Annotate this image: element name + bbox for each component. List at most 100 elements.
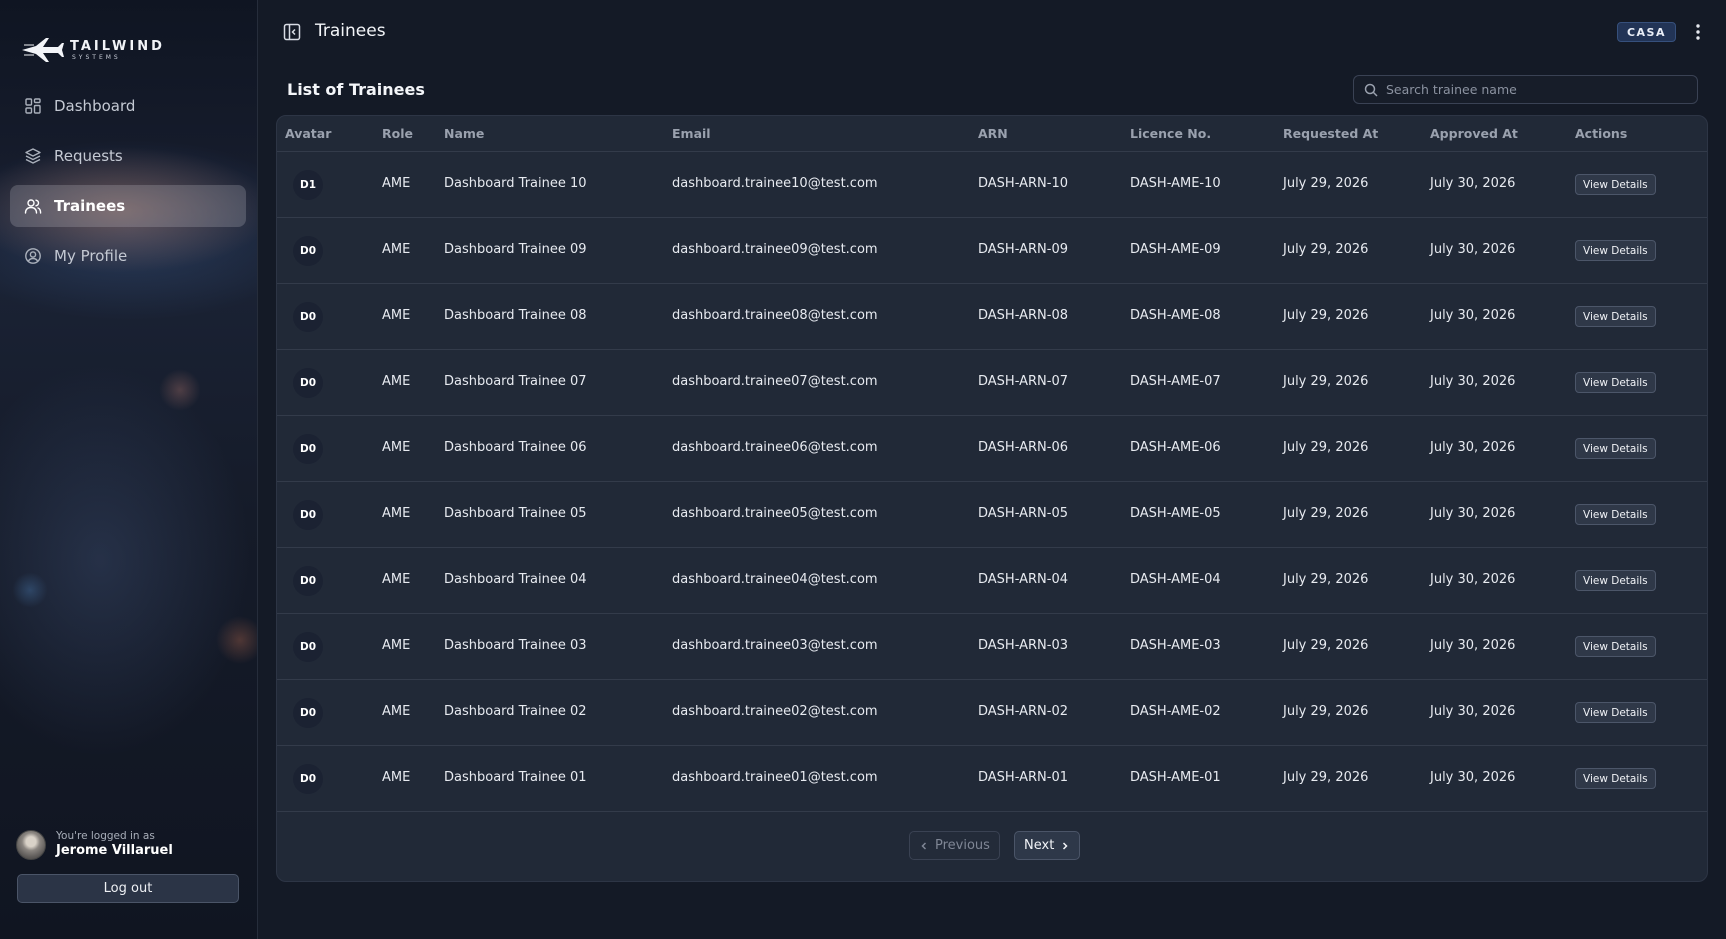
- sidebar: TAILWIND SYSTEMS Dashboard Requests Trai…: [0, 0, 258, 939]
- view-details-button[interactable]: View Details: [1575, 702, 1656, 723]
- cell-email: dashboard.trainee07@test.com: [672, 374, 878, 389]
- view-details-button[interactable]: View Details: [1575, 306, 1656, 327]
- cell-arn: DASH-ARN-06: [978, 440, 1068, 455]
- cell-name: Dashboard Trainee 06: [444, 440, 587, 455]
- cell-licence: DASH-AME-07: [1130, 374, 1221, 389]
- cell-role: AME: [382, 572, 411, 587]
- brand-subtitle: SYSTEMS: [72, 53, 121, 61]
- cell-email: dashboard.trainee09@test.com: [672, 242, 878, 257]
- cell-requested-at: July 29, 2026: [1283, 770, 1369, 785]
- cell-approved-at: July 30, 2026: [1430, 704, 1516, 719]
- cell-arn: DASH-ARN-09: [978, 242, 1068, 257]
- cell-approved-at: July 30, 2026: [1430, 638, 1516, 653]
- table-row: D0 AME Dashboard Trainee 02 dashboard.tr…: [277, 680, 1707, 746]
- trainee-avatar: D0: [293, 698, 323, 728]
- view-details-button[interactable]: View Details: [1575, 438, 1656, 459]
- cell-role: AME: [382, 770, 411, 785]
- trainee-avatar: D1: [293, 170, 323, 200]
- cell-name: Dashboard Trainee 01: [444, 770, 587, 785]
- column-header-licence: Licence No.: [1130, 126, 1212, 141]
- cell-requested-at: July 29, 2026: [1283, 638, 1369, 653]
- trainee-avatar: D0: [293, 302, 323, 332]
- cell-name: Dashboard Trainee 09: [444, 242, 587, 257]
- sidebar-item-dashboard[interactable]: Dashboard: [10, 85, 246, 127]
- cell-requested-at: July 29, 2026: [1283, 242, 1369, 257]
- trainee-avatar: D0: [293, 764, 323, 794]
- table-row: D0 AME Dashboard Trainee 08 dashboard.tr…: [277, 284, 1707, 350]
- cell-arn: DASH-ARN-07: [978, 374, 1068, 389]
- sidebar-nav: Dashboard Requests Trainees My Profile: [10, 85, 246, 285]
- grid-icon: [25, 98, 41, 114]
- list-title: List of Trainees: [287, 80, 425, 99]
- previous-page-button[interactable]: Previous: [909, 831, 1000, 860]
- cell-requested-at: July 29, 2026: [1283, 440, 1369, 455]
- brand-logo[interactable]: TAILWIND SYSTEMS: [20, 36, 165, 64]
- view-details-button[interactable]: View Details: [1575, 636, 1656, 657]
- cell-email: dashboard.trainee02@test.com: [672, 704, 878, 719]
- cell-name: Dashboard Trainee 08: [444, 308, 587, 323]
- cell-approved-at: July 30, 2026: [1430, 308, 1516, 323]
- column-header-avatar: Avatar: [285, 126, 332, 141]
- cell-licence: DASH-AME-10: [1130, 176, 1221, 191]
- trainee-avatar: D0: [293, 566, 323, 596]
- trainee-avatar: D0: [293, 368, 323, 398]
- chevron-right-icon: [1063, 841, 1068, 850]
- view-details-button[interactable]: View Details: [1575, 372, 1656, 393]
- cell-requested-at: July 29, 2026: [1283, 704, 1369, 719]
- cell-approved-at: July 30, 2026: [1430, 770, 1516, 785]
- column-header-role: Role: [382, 126, 413, 141]
- sidebar-item-label: Trainees: [54, 197, 126, 215]
- trainee-avatar: D0: [293, 500, 323, 530]
- cell-arn: DASH-ARN-08: [978, 308, 1068, 323]
- cell-name: Dashboard Trainee 04: [444, 572, 587, 587]
- next-page-button[interactable]: Next: [1014, 831, 1081, 860]
- cell-licence: DASH-AME-06: [1130, 440, 1221, 455]
- cell-requested-at: July 29, 2026: [1283, 308, 1369, 323]
- cell-role: AME: [382, 440, 411, 455]
- view-details-button[interactable]: View Details: [1575, 570, 1656, 591]
- search-box[interactable]: [1353, 75, 1698, 104]
- cell-arn: DASH-ARN-03: [978, 638, 1068, 653]
- cell-requested-at: July 29, 2026: [1283, 506, 1369, 521]
- view-details-button[interactable]: View Details: [1575, 768, 1656, 789]
- cell-requested-at: July 29, 2026: [1283, 374, 1369, 389]
- sidebar-collapse-icon[interactable]: [283, 23, 301, 41]
- cell-licence: DASH-AME-02: [1130, 704, 1221, 719]
- sidebar-item-requests[interactable]: Requests: [10, 135, 246, 177]
- layers-icon: [25, 148, 41, 164]
- view-details-button[interactable]: View Details: [1575, 174, 1656, 195]
- cell-name: Dashboard Trainee 02: [444, 704, 587, 719]
- org-badge: CASA: [1616, 22, 1676, 42]
- cell-licence: DASH-AME-04: [1130, 572, 1221, 587]
- cell-email: dashboard.trainee01@test.com: [672, 770, 878, 785]
- view-details-button[interactable]: View Details: [1575, 240, 1656, 261]
- column-header-actions: Actions: [1575, 126, 1628, 141]
- trainee-avatar: D0: [293, 632, 323, 662]
- more-options-icon[interactable]: [1694, 22, 1702, 42]
- cell-arn: DASH-ARN-01: [978, 770, 1068, 785]
- previous-label: Previous: [935, 838, 990, 853]
- cell-role: AME: [382, 308, 411, 323]
- column-header-requested-at: Requested At: [1283, 126, 1379, 141]
- cell-approved-at: July 30, 2026: [1430, 506, 1516, 521]
- cell-licence: DASH-AME-05: [1130, 506, 1221, 521]
- search-icon: [1364, 83, 1378, 97]
- search-input[interactable]: [1386, 82, 1686, 97]
- logout-button[interactable]: Log out: [17, 874, 239, 903]
- user-circle-icon: [25, 248, 41, 264]
- cell-email: dashboard.trainee04@test.com: [672, 572, 878, 587]
- sidebar-item-label: Requests: [54, 147, 123, 165]
- cell-role: AME: [382, 704, 411, 719]
- user-name: Jerome Villaruel: [56, 843, 173, 859]
- cell-name: Dashboard Trainee 07: [444, 374, 587, 389]
- sidebar-item-trainees[interactable]: Trainees: [10, 185, 246, 227]
- cell-arn: DASH-ARN-10: [978, 176, 1068, 191]
- table-row: D0 AME Dashboard Trainee 06 dashboard.tr…: [277, 416, 1707, 482]
- cell-role: AME: [382, 176, 411, 191]
- cell-name: Dashboard Trainee 10: [444, 176, 587, 191]
- view-details-button[interactable]: View Details: [1575, 504, 1656, 525]
- sidebar-item-my-profile[interactable]: My Profile: [10, 235, 246, 277]
- brand-name: TAILWIND: [70, 38, 165, 54]
- cell-requested-at: July 29, 2026: [1283, 176, 1369, 191]
- logged-in-caption: You're logged in as: [56, 830, 155, 843]
